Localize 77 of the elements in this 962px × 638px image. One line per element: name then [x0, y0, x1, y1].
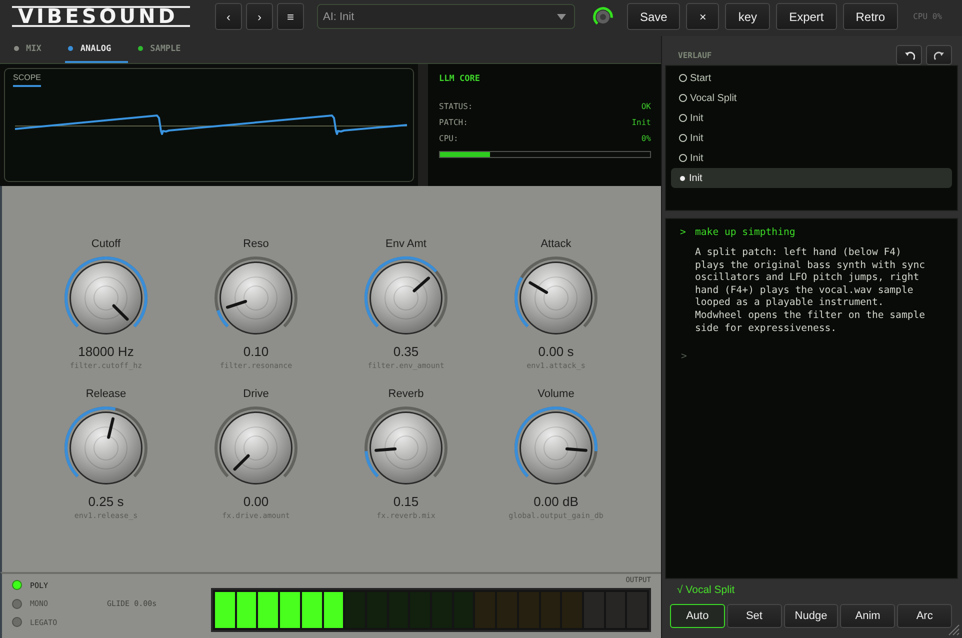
nav-button[interactable]: ‹ [215, 3, 242, 30]
knob-label: Volume [538, 387, 574, 401]
status-value: Init [632, 117, 651, 129]
knob-label: Attack [540, 237, 572, 251]
meter-segment [324, 592, 344, 628]
ring-icon [679, 114, 687, 122]
undo-button[interactable] [896, 45, 922, 65]
mode-button[interactable]: Anim [840, 604, 896, 628]
knob-value-arc [364, 450, 379, 478]
header-button[interactable]: Save [627, 3, 680, 30]
knob-label: Reso [243, 237, 269, 251]
knob-value: 18000 Hz [78, 344, 134, 359]
ring-icon [679, 134, 687, 142]
knob-value-arc [64, 406, 116, 478]
status-label: CPU: [439, 133, 458, 145]
ring-icon [679, 74, 687, 82]
preset-dropdown[interactable]: AI: Init [317, 4, 575, 29]
tab[interactable]: MIX [11, 36, 58, 63]
ring-icon [679, 94, 687, 102]
meter-segment [236, 592, 256, 628]
header-button[interactable]: key [725, 3, 770, 30]
knob-value: 0.25 s [88, 494, 124, 509]
knob-value: 0.35 [393, 344, 419, 359]
knob-value-arc [216, 310, 229, 328]
knob-label: Release [86, 387, 126, 401]
scope-title: SCOPE [13, 73, 42, 87]
knob-value: 0.00 s [538, 344, 574, 359]
history-item[interactable]: Init [671, 108, 952, 128]
header-button[interactable]: Retro [842, 3, 898, 30]
meter-segment [258, 592, 278, 628]
cpu-readout: CPU 0% [913, 12, 942, 21]
mode-button[interactable]: Nudge [784, 604, 838, 628]
meter-segment [280, 592, 300, 628]
undo-icon [904, 50, 914, 60]
mode-button[interactable]: Set [726, 604, 782, 628]
meter-segment [215, 592, 235, 628]
knob-value-arc [514, 276, 529, 328]
knob-value: 0.15 [393, 494, 419, 509]
history-item[interactable]: Init [671, 148, 952, 168]
header-button[interactable]: Expert [776, 3, 837, 30]
caret-icon [557, 14, 566, 20]
input-prompt: > [681, 351, 687, 364]
knob-label: Cutoff [91, 237, 121, 251]
history-item[interactable]: Init [671, 128, 952, 148]
status-label: STATUS: [439, 101, 473, 113]
dot-icon [680, 176, 685, 180]
panel-title: LLM CORE [439, 73, 481, 85]
redo-icon [934, 50, 944, 60]
knob-label: Reverb [388, 387, 424, 401]
knob-value: 0.00 [243, 494, 269, 509]
nav-button[interactable]: › [246, 3, 273, 30]
knob-icon[interactable] [593, 6, 613, 26]
assistant-message: A split patch: left hand (below F4) plays the original bass synth with sync oscillators and LFO pitch jumps, right hand (F4+) plays the vocal.wav sample looped as a playable instrument. Modwheel opens the filter on the sample side for expressiveness. [695, 247, 926, 336]
tab[interactable]: SAMPLE [135, 36, 198, 63]
knob-value: 0.00 dB [534, 494, 578, 509]
knob-label: Drive [243, 387, 269, 401]
history-item[interactable]: Start [671, 68, 952, 88]
redo-button[interactable] [926, 45, 952, 65]
history-item[interactable]: Init [671, 168, 952, 188]
history-item[interactable]: Vocal Split [671, 88, 952, 108]
mode-button[interactable]: Auto [670, 604, 725, 628]
knob-label: Env Amt [386, 237, 426, 251]
header-button[interactable]: × [686, 3, 720, 30]
mode-button[interactable]: Arc [897, 604, 952, 628]
ring-icon [679, 154, 687, 162]
prompt-marker: > [680, 227, 687, 239]
section-title: VERLAUF [678, 50, 712, 60]
status-value: 0% [641, 133, 651, 145]
resize-grip-icon[interactable] [948, 624, 960, 636]
knob-value: 0.10 [243, 344, 269, 359]
user-message: make up simpthing [695, 227, 796, 239]
status-message: √ Vocal Split [677, 583, 735, 597]
app-logo: VIBESOUND [12, 6, 190, 27]
meter-segment [302, 592, 322, 628]
status-label: PATCH: [439, 117, 468, 129]
status-value: OK [641, 101, 651, 113]
nav-button[interactable]: ≡ [277, 3, 304, 30]
